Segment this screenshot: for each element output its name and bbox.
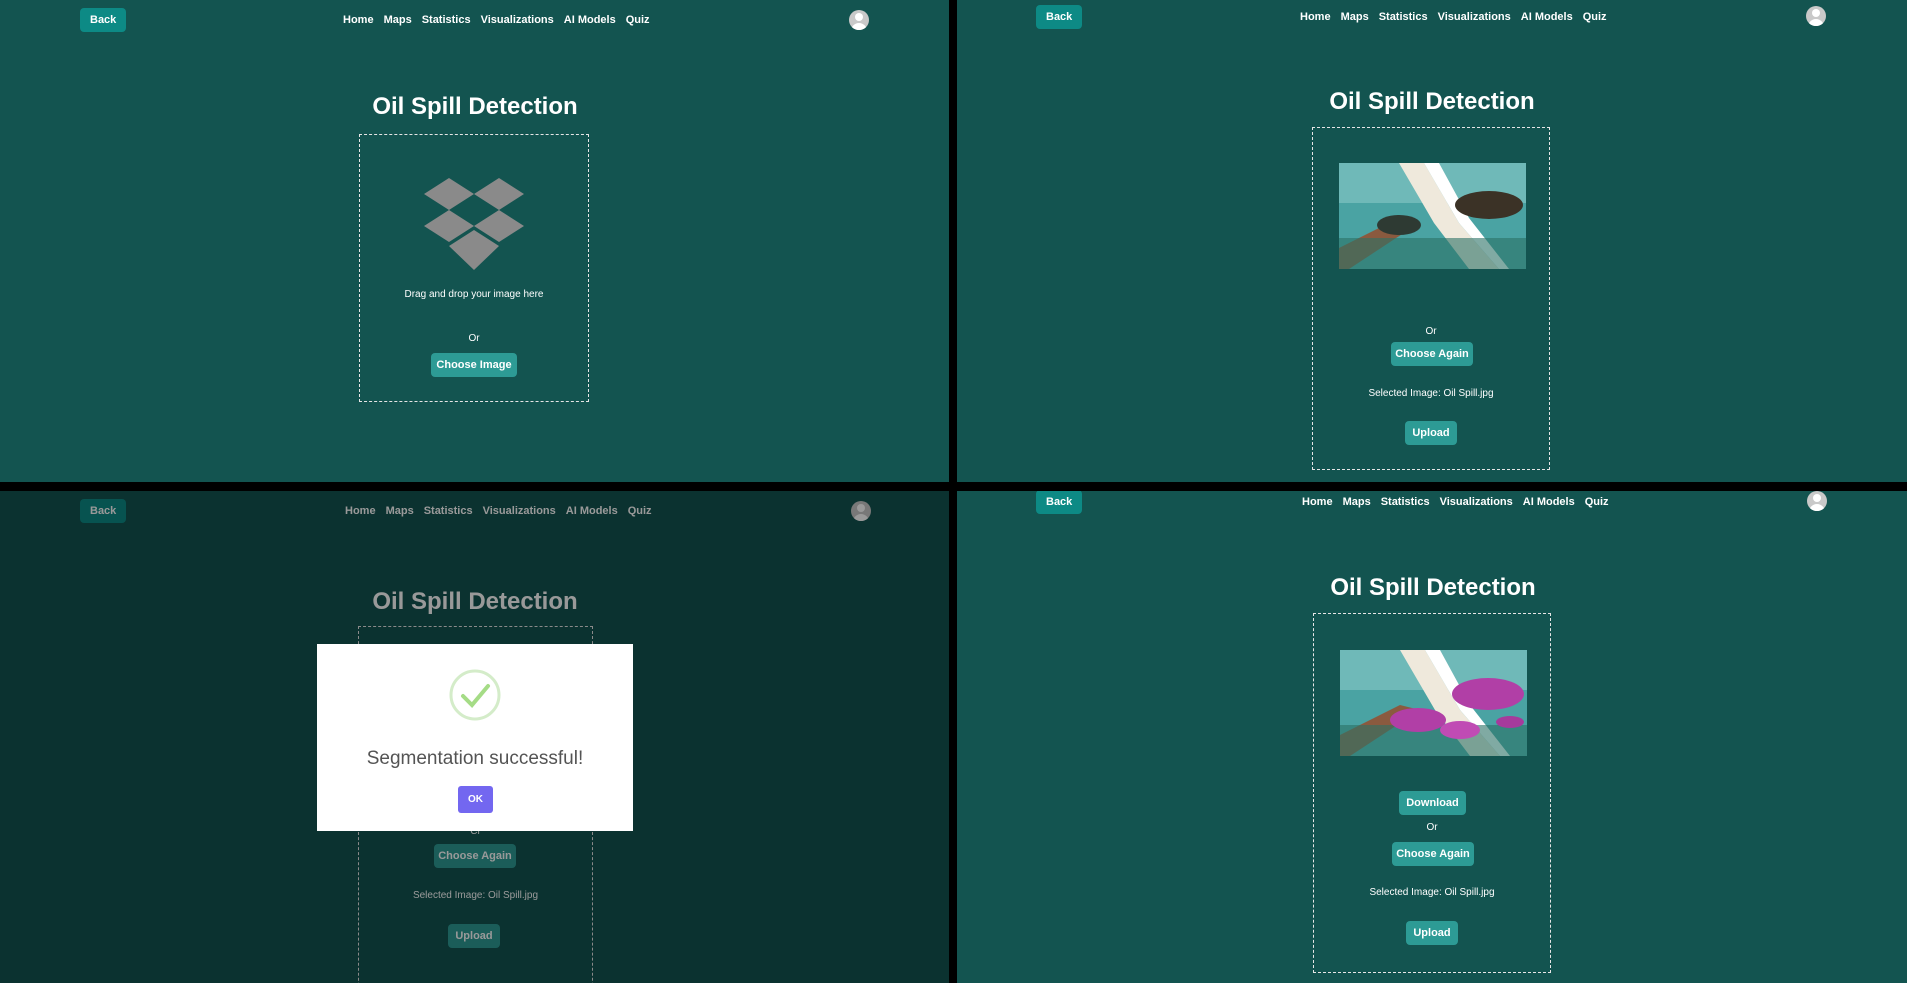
selected-image-text: Selected Image: Oil Spill.jpg bbox=[1368, 388, 1494, 399]
or-text: Or bbox=[1425, 326, 1437, 337]
back-button[interactable]: Back bbox=[1036, 491, 1083, 514]
download-button[interactable]: Download bbox=[1399, 791, 1466, 815]
nav-maps[interactable]: Maps bbox=[384, 14, 412, 26]
segmented-image bbox=[1340, 650, 1527, 756]
avatar-icon[interactable] bbox=[849, 10, 869, 30]
selected-screen: Back Home Maps Statistics Visualizations… bbox=[957, 0, 1907, 482]
nav-statistics[interactable]: Statistics bbox=[1381, 496, 1430, 508]
or-text: Or bbox=[1426, 822, 1438, 833]
or-text: Or bbox=[468, 333, 480, 344]
choose-image-button[interactable]: Choose Image bbox=[431, 353, 517, 377]
segmentation-dialog-screen: Back Home Maps Statistics Visualizations… bbox=[0, 491, 949, 983]
ok-button[interactable]: OK bbox=[458, 786, 493, 813]
drag-drop-text: Drag and drop your image here bbox=[404, 289, 544, 300]
nav-quiz[interactable]: Quiz bbox=[1585, 496, 1609, 508]
choose-again-button[interactable]: Choose Again bbox=[1392, 842, 1474, 866]
nav-visualizations[interactable]: Visualizations bbox=[1438, 11, 1511, 23]
back-button[interactable]: Back bbox=[1036, 5, 1083, 29]
nav-ai-models[interactable]: AI Models bbox=[1523, 496, 1575, 508]
nav-statistics[interactable]: Statistics bbox=[1379, 11, 1428, 23]
choose-again-button[interactable]: Choose Again bbox=[1391, 342, 1473, 366]
nav-maps[interactable]: Maps bbox=[1343, 496, 1371, 508]
selected-image-text: Selected Image: Oil Spill.jpg bbox=[1369, 887, 1495, 898]
success-modal: Segmentation successful! OK bbox=[317, 644, 633, 831]
nav-home[interactable]: Home bbox=[343, 14, 374, 26]
upload-button[interactable]: Upload bbox=[1405, 421, 1457, 445]
upload-button[interactable]: Upload bbox=[1406, 921, 1458, 945]
page-title: Oil Spill Detection bbox=[1329, 88, 1535, 115]
back-button[interactable]: Back bbox=[80, 8, 127, 32]
avatar-icon[interactable] bbox=[1806, 6, 1826, 26]
nav-ai-models[interactable]: AI Models bbox=[1521, 11, 1573, 23]
avatar-icon[interactable] bbox=[1807, 491, 1827, 511]
page-title: Oil Spill Detection bbox=[1330, 574, 1536, 601]
nav-statistics[interactable]: Statistics bbox=[422, 14, 471, 26]
drop-zone[interactable]: Or Choose Again Selected Image: Oil Spil… bbox=[1312, 127, 1550, 470]
nav-home[interactable]: Home bbox=[1300, 11, 1331, 23]
nav-maps[interactable]: Maps bbox=[1341, 11, 1369, 23]
page-title: Oil Spill Detection bbox=[372, 93, 578, 120]
upload-screen: Back Home Maps Statistics Visualizations… bbox=[0, 0, 949, 482]
result-screen: Back Home Maps Statistics Visualizations… bbox=[957, 491, 1907, 983]
nav-home[interactable]: Home bbox=[1302, 496, 1333, 508]
dropbox-icon bbox=[424, 178, 524, 270]
success-check-icon bbox=[449, 669, 501, 721]
nav-quiz[interactable]: Quiz bbox=[626, 14, 650, 26]
top-nav: Home Maps Statistics Visualizations AI M… bbox=[343, 14, 650, 26]
top-nav: Home Maps Statistics Visualizations AI M… bbox=[1300, 11, 1607, 23]
nav-visualizations[interactable]: Visualizations bbox=[481, 14, 554, 26]
nav-ai-models[interactable]: AI Models bbox=[564, 14, 616, 26]
oil-spill-image bbox=[1339, 163, 1526, 269]
drop-zone[interactable]: Drag and drop your image here Or Choose … bbox=[359, 134, 589, 402]
top-nav: Home Maps Statistics Visualizations AI M… bbox=[1302, 496, 1609, 508]
nav-visualizations[interactable]: Visualizations bbox=[1440, 496, 1513, 508]
drop-zone[interactable]: Download Or Choose Again Selected Image:… bbox=[1313, 613, 1551, 973]
nav-quiz[interactable]: Quiz bbox=[1583, 11, 1607, 23]
success-message: Segmentation successful! bbox=[366, 748, 584, 769]
